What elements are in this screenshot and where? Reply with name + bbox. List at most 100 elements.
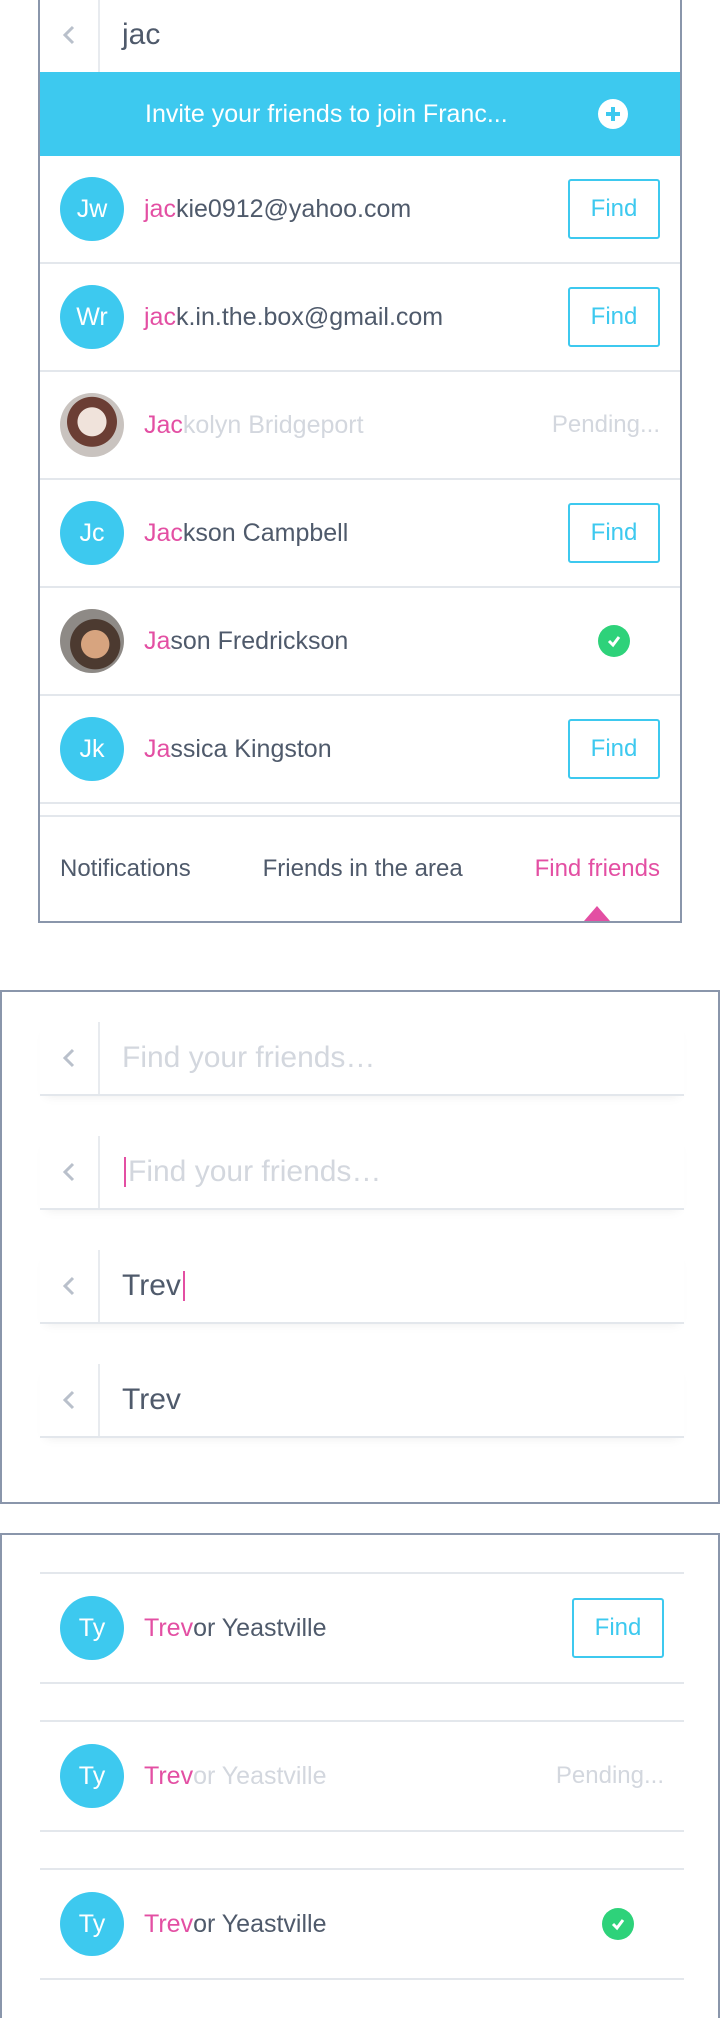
match-highlight: Jac — [144, 410, 183, 439]
search-state-filled: Trev — [40, 1364, 684, 1438]
result-row: Wr jack.in.the.box@gmail.com Find — [40, 264, 680, 372]
result-name: Trevor Yeastville — [144, 1762, 556, 1791]
match-highlight: Ja — [144, 734, 171, 763]
back-chevron-icon — [62, 1048, 75, 1068]
match-highlight: Trev — [144, 1761, 194, 1790]
avatar: Jk — [60, 717, 124, 781]
result-row: Jk Jassica Kingston Find — [40, 696, 680, 804]
match-highlight: jac — [144, 194, 176, 223]
tab-notifications[interactable]: Notifications — [60, 855, 191, 883]
search-placeholder: Find your friends… — [122, 1041, 376, 1074]
search-state-typing: Trev — [40, 1250, 684, 1324]
plus-circle-icon[interactable] — [598, 99, 628, 129]
result-row: Jc Jackson Campbell Find — [40, 480, 680, 588]
bottom-tab-bar: Notifications Friends in the area Find f… — [40, 815, 680, 921]
match-highlight: Jac — [144, 518, 183, 547]
result-name: Jassica Kingston — [144, 735, 568, 764]
match-highlight: jac — [144, 302, 176, 331]
back-button[interactable] — [40, 0, 100, 72]
back-chevron-icon — [62, 1276, 75, 1296]
search-input[interactable]: Trev — [100, 1250, 684, 1322]
text-caret — [124, 1157, 126, 1187]
name-rest: or Yeastville — [193, 1613, 327, 1642]
match-highlight: Ja — [144, 626, 171, 655]
tab-find-friends[interactable]: Find friends — [535, 855, 660, 883]
search-bar: jac — [40, 0, 680, 72]
avatar-photo — [60, 609, 124, 673]
result-name: Jackson Campbell — [144, 519, 568, 548]
result-card-added: Ty Trevor Yeastville — [40, 1868, 684, 1980]
search-bar: Trev — [40, 1250, 684, 1324]
name-rest: son Fredrickson — [170, 626, 349, 655]
result-name: Trevor Yeastville — [144, 1910, 572, 1939]
name-rest: ssica Kingston — [170, 734, 332, 763]
result-card-find: Ty Trevor Yeastville Find — [40, 1572, 684, 1684]
added-status — [568, 625, 660, 657]
avatar: Ty — [60, 1596, 124, 1660]
result-row: Jackolyn Bridgeport Pending... — [40, 372, 680, 480]
back-button[interactable] — [40, 1022, 100, 1094]
search-bar: Find your friends… — [40, 1022, 684, 1096]
back-chevron-icon — [62, 25, 75, 45]
search-bar: Find your friends… — [40, 1136, 684, 1210]
back-chevron-icon — [62, 1162, 75, 1182]
result-name: jack.in.the.box@gmail.com — [144, 303, 568, 332]
result-name: Jason Fredrickson — [144, 627, 568, 656]
result-row: Ty Trevor Yeastville — [40, 1870, 684, 1978]
name-rest: or Yeastville — [193, 1909, 327, 1938]
back-chevron-icon — [62, 1390, 75, 1410]
match-highlight: Trev — [144, 1909, 194, 1938]
result-name: Jackolyn Bridgeport — [144, 411, 552, 440]
pending-status: Pending... — [551, 411, 660, 438]
name-rest: kson Campbell — [182, 518, 349, 547]
result-row: Jason Fredrickson — [40, 588, 680, 696]
text-caret — [182, 1271, 185, 1301]
avatar: Wr — [60, 285, 124, 349]
find-button[interactable]: Find — [568, 719, 660, 779]
avatar: Jc — [60, 501, 124, 565]
avatar: Ty — [60, 1744, 124, 1808]
added-status — [572, 1908, 664, 1940]
find-button[interactable]: Find — [568, 503, 660, 563]
search-state-empty: Find your friends… — [40, 1022, 684, 1096]
name-rest: k.in.the.box@gmail.com — [175, 302, 444, 331]
find-button[interactable]: Find — [568, 287, 660, 347]
find-button[interactable]: Find — [568, 179, 660, 239]
result-card-pending: Ty Trevor Yeastville Pending... — [40, 1720, 684, 1832]
search-input[interactable]: jac — [100, 0, 680, 72]
back-button[interactable] — [40, 1250, 100, 1322]
result-states-panel: Ty Trevor Yeastville Find Ty Trevor Yeas… — [0, 1533, 720, 2018]
find-button[interactable]: Find — [572, 1598, 664, 1658]
match-highlight: Trev — [144, 1613, 194, 1642]
invite-label: Invite your friends to join Franc... — [145, 99, 508, 128]
pending-status: Pending... — [555, 1762, 664, 1789]
avatar: Jw — [60, 177, 124, 241]
back-button[interactable] — [40, 1136, 100, 1208]
checkmark-circle-icon — [602, 1908, 634, 1940]
result-name: jackie0912@yahoo.com — [144, 195, 568, 224]
avatar: Ty — [60, 1892, 124, 1956]
name-rest: kolyn Bridgeport — [182, 410, 364, 439]
name-rest: or Yeastville — [193, 1761, 327, 1790]
search-input[interactable]: Find your friends… — [100, 1136, 684, 1208]
result-row: Ty Trevor Yeastville Find — [40, 1574, 684, 1682]
search-input-value: jac — [122, 18, 161, 51]
result-name: Trevor Yeastville — [144, 1614, 572, 1643]
search-input[interactable]: Find your friends… — [100, 1022, 684, 1094]
invite-banner[interactable]: Invite your friends to join Franc... — [40, 72, 680, 156]
name-rest: kie0912@yahoo.com — [175, 194, 412, 223]
search-input-value: Trev — [122, 1383, 181, 1416]
search-bar: Trev — [40, 1364, 684, 1438]
tab-friends-in-area[interactable]: Friends in the area — [263, 855, 463, 883]
search-placeholder: Find your friends… — [128, 1155, 382, 1188]
search-state-focused: Find your friends… — [40, 1136, 684, 1210]
search-states-panel: Find your friends… Find your friends… Tr… — [0, 990, 720, 1504]
search-input[interactable]: Trev — [100, 1364, 684, 1436]
result-row: Jw jackie0912@yahoo.com Find — [40, 156, 680, 264]
result-row: Ty Trevor Yeastville Pending... — [40, 1722, 684, 1830]
avatar-photo — [60, 393, 124, 457]
checkmark-circle-icon — [598, 625, 630, 657]
find-friends-results-panel: jac Invite your friends to join Franc...… — [38, 0, 682, 923]
back-button[interactable] — [40, 1364, 100, 1436]
search-input-value: Trev — [122, 1269, 181, 1302]
